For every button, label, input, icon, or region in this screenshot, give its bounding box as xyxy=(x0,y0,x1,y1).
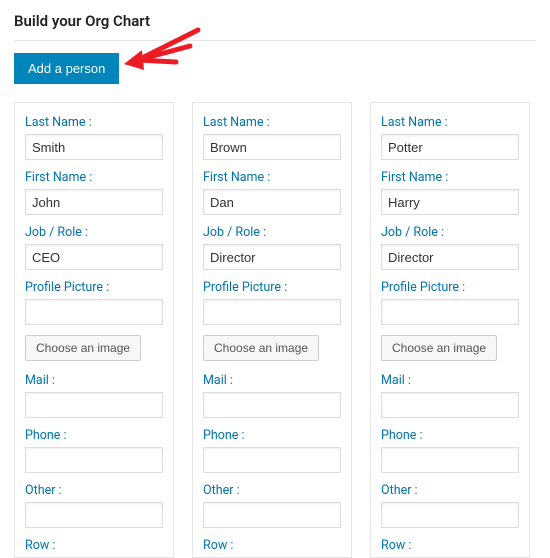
job-role-input[interactable] xyxy=(381,244,519,270)
person-card: Last Name : First Name : Job / Role : Pr… xyxy=(370,102,530,558)
phone-label: Phone : xyxy=(381,428,519,443)
last-name-label: Last Name : xyxy=(25,115,163,130)
other-input[interactable] xyxy=(25,502,163,528)
person-card: Last Name : First Name : Job / Role : Pr… xyxy=(14,102,174,558)
last-name-input[interactable] xyxy=(381,134,519,160)
mail-label: Mail : xyxy=(203,373,341,388)
last-name-input[interactable] xyxy=(25,134,163,160)
phone-label: Phone : xyxy=(25,428,163,443)
profile-picture-label: Profile Picture : xyxy=(203,280,341,295)
mail-label: Mail : xyxy=(25,373,163,388)
other-label: Other : xyxy=(381,483,519,498)
phone-label: Phone : xyxy=(203,428,341,443)
profile-picture-label: Profile Picture : xyxy=(381,280,519,295)
other-input[interactable] xyxy=(381,502,519,528)
job-role-label: Job / Role : xyxy=(381,225,519,240)
job-role-label: Job / Role : xyxy=(203,225,341,240)
mail-input[interactable] xyxy=(381,392,519,418)
phone-input[interactable] xyxy=(381,447,519,473)
profile-picture-input[interactable] xyxy=(203,299,341,325)
mail-input[interactable] xyxy=(203,392,341,418)
last-name-label: Last Name : xyxy=(203,115,341,130)
phone-input[interactable] xyxy=(25,447,163,473)
row-label: Row : xyxy=(381,538,519,553)
first-name-label: First Name : xyxy=(25,170,163,185)
add-person-button[interactable]: Add a person xyxy=(14,53,119,84)
row-label: Row : xyxy=(203,538,341,553)
row-label: Row : xyxy=(25,538,163,553)
job-role-label: Job / Role : xyxy=(25,225,163,240)
mail-input[interactable] xyxy=(25,392,163,418)
phone-input[interactable] xyxy=(203,447,341,473)
mail-label: Mail : xyxy=(381,373,519,388)
choose-image-button[interactable]: Choose an image xyxy=(203,335,319,361)
other-input[interactable] xyxy=(203,502,341,528)
person-cards: Last Name : First Name : Job / Role : Pr… xyxy=(14,102,536,558)
other-label: Other : xyxy=(25,483,163,498)
last-name-input[interactable] xyxy=(203,134,341,160)
page-title: Build your Org Chart xyxy=(14,8,536,40)
first-name-label: First Name : xyxy=(203,170,341,185)
divider xyxy=(14,40,536,41)
profile-picture-input[interactable] xyxy=(381,299,519,325)
first-name-input[interactable] xyxy=(25,189,163,215)
job-role-input[interactable] xyxy=(25,244,163,270)
other-label: Other : xyxy=(203,483,341,498)
person-card: Last Name : First Name : Job / Role : Pr… xyxy=(192,102,352,558)
choose-image-button[interactable]: Choose an image xyxy=(25,335,141,361)
profile-picture-input[interactable] xyxy=(25,299,163,325)
first-name-input[interactable] xyxy=(381,189,519,215)
last-name-label: Last Name : xyxy=(381,115,519,130)
first-name-label: First Name : xyxy=(381,170,519,185)
choose-image-button[interactable]: Choose an image xyxy=(381,335,497,361)
first-name-input[interactable] xyxy=(203,189,341,215)
job-role-input[interactable] xyxy=(203,244,341,270)
profile-picture-label: Profile Picture : xyxy=(25,280,163,295)
